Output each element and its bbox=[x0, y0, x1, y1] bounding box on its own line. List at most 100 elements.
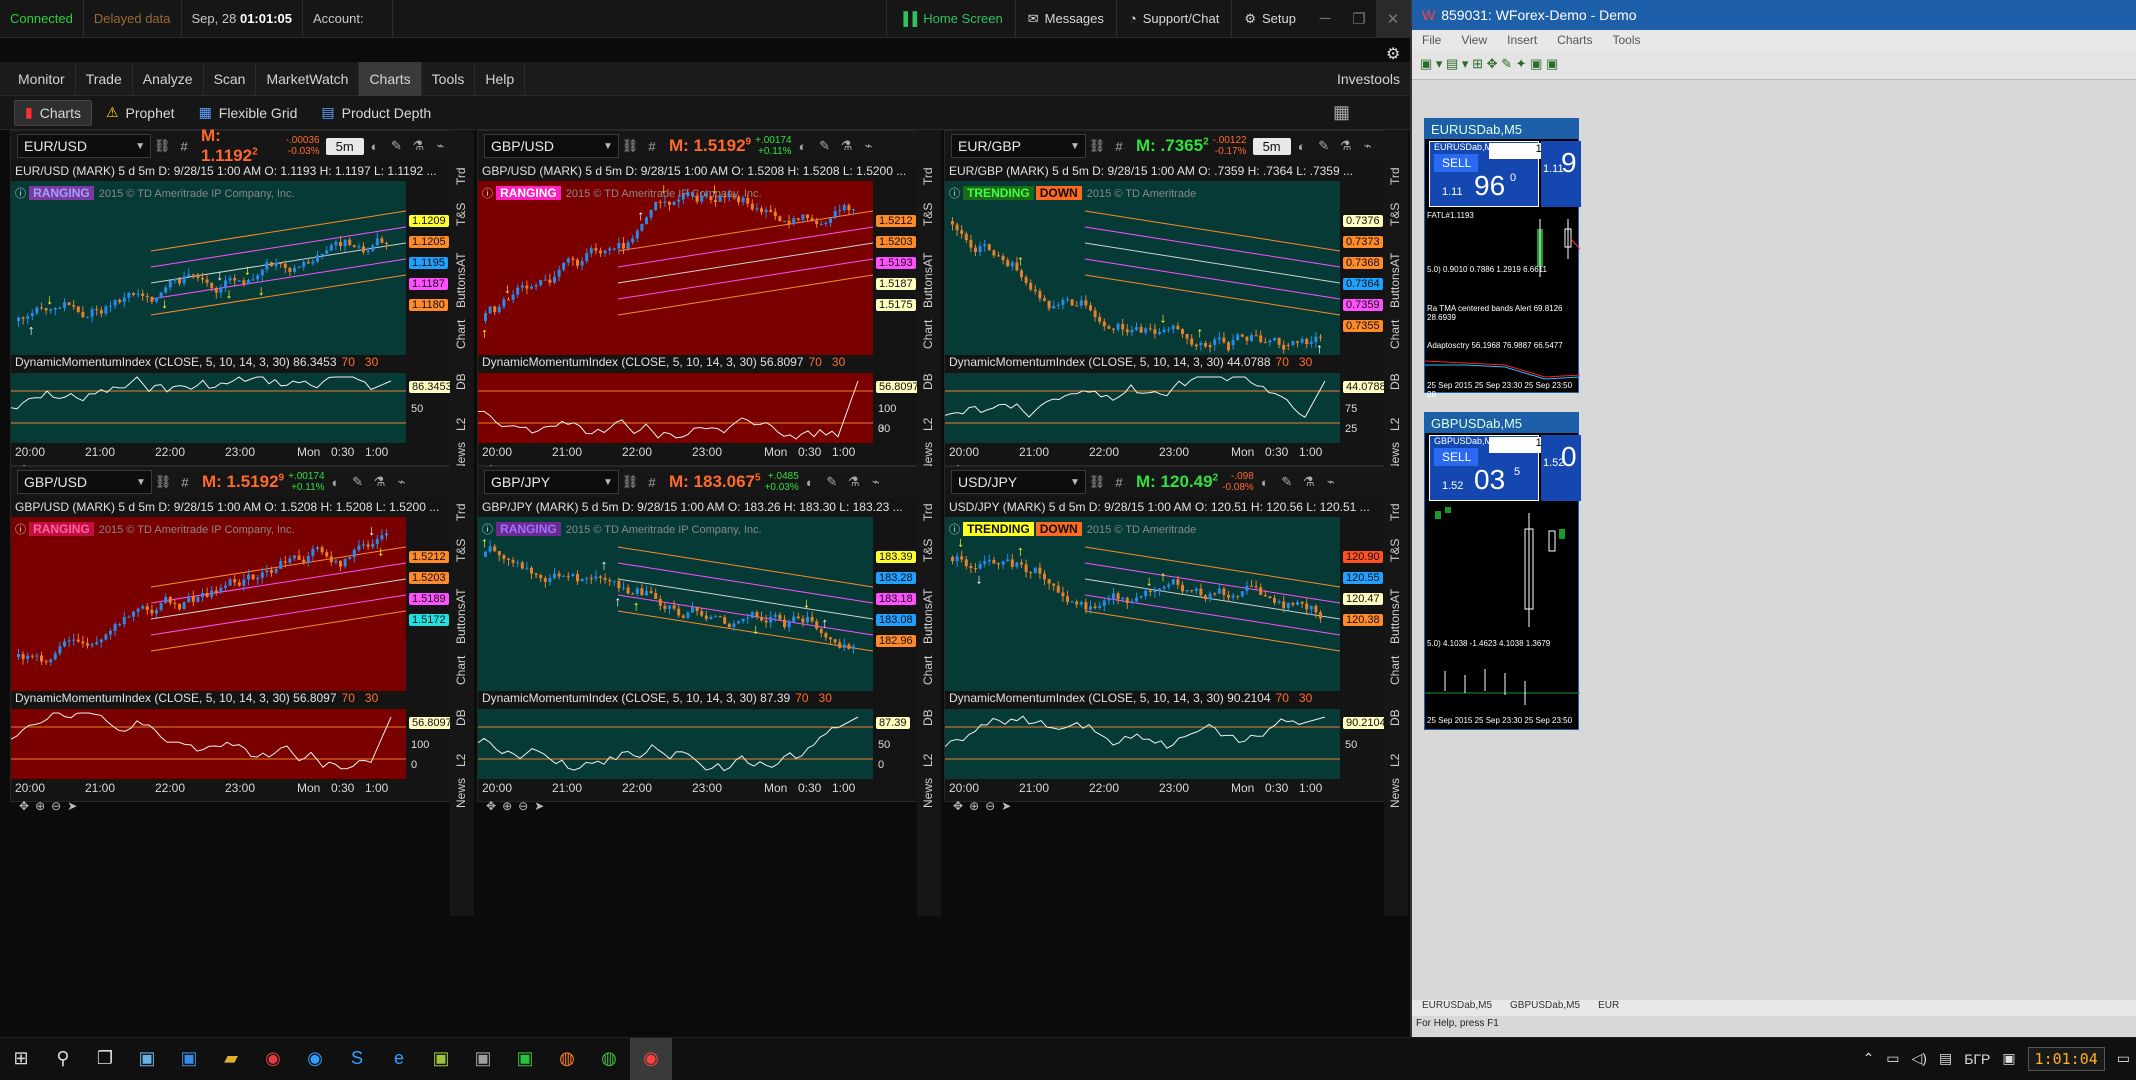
link-icon[interactable]: ⛓ bbox=[152, 471, 174, 493]
mt4-menu-file[interactable]: File bbox=[1422, 33, 1441, 47]
investools-link[interactable]: Investools bbox=[1327, 62, 1410, 96]
side-tab-trd[interactable]: Trd bbox=[921, 167, 935, 185]
studies-icon[interactable]: ⚗ bbox=[1298, 471, 1320, 493]
side-tab-trd[interactable]: Trd bbox=[454, 503, 468, 521]
side-tab-l2[interactable]: L2 bbox=[921, 754, 935, 767]
volume-icon[interactable]: ◁) bbox=[1912, 1050, 1927, 1067]
edge-icon[interactable]: e bbox=[378, 1038, 420, 1080]
side-tab-news[interactable]: News bbox=[1388, 778, 1402, 808]
pattern-icon[interactable]: ⌁ bbox=[858, 135, 880, 157]
close-button[interactable]: ✕ bbox=[1376, 0, 1410, 38]
side-tab-buttons[interactable]: Buttons bbox=[921, 267, 935, 308]
zoom-out-icon[interactable]: ⊖ bbox=[51, 799, 61, 817]
zoom-in-icon[interactable]: ⊕ bbox=[969, 799, 979, 817]
side-tab-chart[interactable]: Chart bbox=[921, 320, 935, 349]
side-tab-db[interactable]: DB bbox=[1388, 373, 1402, 390]
side-tab-l2[interactable]: L2 bbox=[454, 754, 468, 767]
side-tab-buttons[interactable]: Buttons bbox=[921, 603, 935, 644]
start-icon[interactable]: ⊞ bbox=[0, 1038, 42, 1080]
symbol-selector[interactable]: GBP/JPY ▼ bbox=[484, 470, 619, 494]
hash-icon[interactable]: # bbox=[641, 471, 663, 493]
chrome-icon[interactable]: ◍ bbox=[588, 1038, 630, 1080]
drawing-icon[interactable]: ✎ bbox=[1313, 135, 1335, 157]
zoom-in-icon[interactable]: ⊕ bbox=[35, 799, 45, 817]
studies-icon[interactable]: ⚗ bbox=[407, 135, 429, 157]
studies-icon[interactable]: ⚗ bbox=[1335, 135, 1357, 157]
side-tab-chart[interactable]: Chart bbox=[454, 320, 468, 349]
minimize-button[interactable]: ─ bbox=[1308, 0, 1342, 38]
tray-app-icon[interactable]: ▣ bbox=[2002, 1050, 2015, 1067]
side-tab-l2[interactable]: L2 bbox=[1388, 418, 1402, 431]
mt4-gbpusd-buy-panel[interactable]: 1.52 0 bbox=[1541, 435, 1581, 501]
mt4-menu-view[interactable]: View bbox=[1461, 33, 1487, 47]
tray-up-icon[interactable]: ⌃ bbox=[1863, 1050, 1875, 1067]
side-tab-at[interactable]: AT bbox=[454, 589, 468, 603]
studies-icon[interactable]: ⚗ bbox=[843, 471, 865, 493]
app-icon-4[interactable]: ◉ bbox=[294, 1038, 336, 1080]
menu-monitor[interactable]: Monitor bbox=[8, 61, 76, 96]
side-tab-l2[interactable]: L2 bbox=[921, 418, 935, 431]
style-icon[interactable]: ◐ bbox=[792, 135, 814, 157]
drawing-icon[interactable]: ✎ bbox=[821, 471, 843, 493]
style-icon[interactable]: ◐ bbox=[1254, 471, 1276, 493]
side-tab-trd[interactable]: Trd bbox=[454, 167, 468, 185]
mt4-tab-eurusd[interactable]: EURUSDab,M5 bbox=[1422, 1000, 1492, 1016]
symbol-selector[interactable]: USD/JPY ▼ bbox=[951, 470, 1086, 494]
pan-icon[interactable]: ✥ bbox=[19, 799, 29, 817]
drawing-icon[interactable]: ✎ bbox=[814, 135, 836, 157]
thinkorswim-icon[interactable]: ◉ bbox=[630, 1037, 672, 1080]
pattern-icon[interactable]: ⌁ bbox=[1320, 471, 1342, 493]
side-tab-at[interactable]: AT bbox=[921, 253, 935, 267]
side-tab-buttons[interactable]: Buttons bbox=[454, 603, 468, 644]
mt4-eurusd-sell[interactable]: SELL bbox=[1434, 154, 1478, 172]
side-tab-buttons[interactable]: Buttons bbox=[1388, 603, 1402, 644]
side-tab-ts[interactable]: T&S bbox=[454, 203, 468, 226]
symbol-selector[interactable]: EUR/USD ▼ bbox=[17, 134, 152, 158]
subtab-prophet[interactable]: ⚠ Prophet bbox=[96, 100, 185, 126]
pattern-icon[interactable]: ⌁ bbox=[391, 471, 413, 493]
side-tab-buttons[interactable]: Buttons bbox=[454, 267, 468, 308]
mt4-tab-eur[interactable]: EUR bbox=[1598, 1000, 1619, 1016]
grid-layout-icon[interactable]: ▦ bbox=[1333, 102, 1350, 123]
side-tab-ts[interactable]: T&S bbox=[921, 539, 935, 562]
side-tab-chart[interactable]: Chart bbox=[1388, 656, 1402, 685]
mt4-eurusd-buy-panel[interactable]: 1.11 9 bbox=[1541, 141, 1581, 207]
app-icon-3[interactable]: ◉ bbox=[252, 1038, 294, 1080]
zoom-in-icon[interactable]: ⊕ bbox=[502, 799, 512, 817]
hash-icon[interactable]: # bbox=[174, 471, 196, 493]
mt4-menu-charts[interactable]: Charts bbox=[1557, 33, 1592, 47]
cursor-icon[interactable]: ➤ bbox=[67, 799, 77, 817]
zoom-out-icon[interactable]: ⊖ bbox=[518, 799, 528, 817]
studies-icon[interactable]: ⚗ bbox=[369, 471, 391, 493]
pattern-icon[interactable]: ⌁ bbox=[429, 135, 451, 157]
side-tab-ts[interactable]: T&S bbox=[921, 203, 935, 226]
style-icon[interactable]: ◐ bbox=[1291, 135, 1313, 157]
subtab-charts[interactable]: ▮ Charts bbox=[14, 99, 92, 126]
side-tab-db[interactable]: DB bbox=[921, 373, 935, 390]
menu-marketwatch[interactable]: MarketWatch bbox=[256, 61, 360, 96]
task-view-icon[interactable]: ❐ bbox=[84, 1038, 126, 1080]
drawing-icon[interactable]: ✎ bbox=[1276, 471, 1298, 493]
side-tab-trd[interactable]: Trd bbox=[1388, 167, 1402, 185]
side-tab-at[interactable]: AT bbox=[454, 253, 468, 267]
hash-icon[interactable]: # bbox=[1108, 135, 1130, 157]
mt4-menu-insert[interactable]: Insert bbox=[1507, 33, 1537, 47]
pan-icon[interactable]: ✥ bbox=[953, 799, 963, 817]
menu-charts[interactable]: Charts bbox=[359, 61, 422, 96]
cursor-icon[interactable]: ➤ bbox=[1001, 799, 1011, 817]
menu-tools[interactable]: Tools bbox=[422, 61, 476, 96]
symbol-selector[interactable]: GBP/USD ▼ bbox=[17, 470, 152, 494]
side-tab-at[interactable]: AT bbox=[1388, 589, 1402, 603]
mt4-tab-gbpusd[interactable]: GBPUSDab,M5 bbox=[1510, 1000, 1580, 1016]
search-icon[interactable]: ⚲ bbox=[42, 1038, 84, 1080]
side-tab-at[interactable]: AT bbox=[1388, 253, 1402, 267]
maximize-button[interactable]: ❐ bbox=[1342, 0, 1376, 38]
studies-icon[interactable]: ⚗ bbox=[836, 135, 858, 157]
cursor-icon[interactable]: ➤ bbox=[534, 799, 544, 817]
side-tab-db[interactable]: DB bbox=[454, 373, 468, 390]
style-icon[interactable]: ◐ bbox=[364, 135, 386, 157]
mt4-gbpusd-sell[interactable]: SELL bbox=[1434, 448, 1478, 466]
keyboard-icon[interactable]: ▤ bbox=[1939, 1050, 1952, 1067]
symbol-selector[interactable]: EUR/GBP ▼ bbox=[951, 134, 1086, 158]
app-icon-1[interactable]: ▣ bbox=[126, 1038, 168, 1080]
